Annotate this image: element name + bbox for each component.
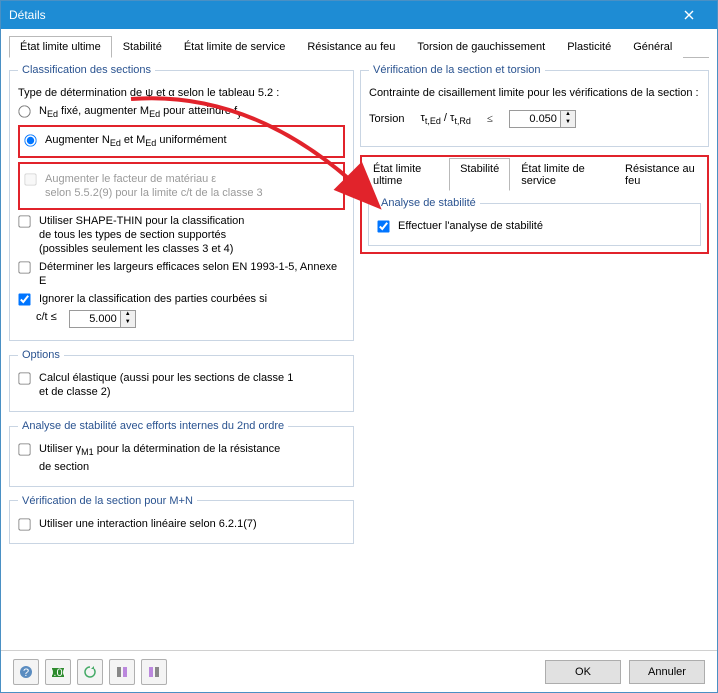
le-symbol: ≤ bbox=[487, 113, 493, 125]
check-elastic-label: Calcul élastique (aussi pour les section… bbox=[39, 371, 293, 399]
tool-icon-2[interactable] bbox=[141, 659, 167, 685]
tab-els[interactable]: État limite de service bbox=[173, 36, 296, 58]
torsion-spinner[interactable]: ▲▼ bbox=[561, 110, 576, 128]
cancel-button[interactable]: Annuler bbox=[629, 660, 705, 684]
radio-augment-uniform[interactable] bbox=[24, 135, 36, 147]
ok-button[interactable]: OK bbox=[545, 660, 621, 684]
check-eff-widths[interactable] bbox=[18, 262, 30, 274]
group-mn: Vérification de la section pour M+N Util… bbox=[9, 495, 354, 544]
radio-augment-uniform-label: Augmenter NEd et MEd uniformément bbox=[45, 133, 227, 150]
tab-ulu[interactable]: État limite ultime bbox=[9, 36, 112, 58]
group-verif-torsion: Vérification de la section et torsion Co… bbox=[360, 64, 709, 147]
check-do-stability-label: Effectuer l'analyse de stabilité bbox=[398, 219, 543, 233]
torsion-value[interactable] bbox=[509, 110, 561, 128]
tab-plasticite[interactable]: Plasticité bbox=[556, 36, 622, 58]
tab-general[interactable]: Général bbox=[622, 36, 683, 58]
check-increase-epsilon bbox=[24, 174, 36, 186]
main-tabs: État limite ultime Stabilité État limite… bbox=[9, 35, 709, 58]
check-ignore-curved[interactable] bbox=[18, 294, 30, 306]
legend-stab-analysis: Analyse de stabilité bbox=[377, 197, 480, 209]
check-shape-thin-label: Utiliser SHAPE-THIN pour la classificati… bbox=[39, 214, 244, 256]
tool-icon-1[interactable] bbox=[109, 659, 135, 685]
check-elastic[interactable] bbox=[18, 373, 30, 385]
units-icon[interactable]: 0.00 bbox=[45, 659, 71, 685]
legend-options: Options bbox=[18, 349, 64, 361]
check-shape-thin[interactable] bbox=[18, 216, 30, 228]
torsion-ratio: τt,Ed / τt,Rd bbox=[420, 112, 470, 126]
classif-intro: Type de détermination de ψ et α selon le… bbox=[18, 86, 279, 100]
check-ignore-curved-label: Ignorer la classification des parties co… bbox=[39, 292, 267, 306]
torsion-label: Torsion bbox=[369, 113, 404, 125]
sub-tabs: État limite ultime Stabilité État limite… bbox=[362, 157, 707, 191]
check-gamma-m1[interactable] bbox=[18, 444, 30, 456]
group-stab2nd: Analyse de stabilité avec efforts intern… bbox=[9, 420, 354, 486]
reset-icon[interactable] bbox=[77, 659, 103, 685]
group-options: Options Calcul élastique (aussi pour les… bbox=[9, 349, 354, 412]
ct-value[interactable] bbox=[69, 310, 121, 328]
check-do-stability[interactable] bbox=[377, 220, 389, 232]
tab-torsion[interactable]: Torsion de gauchissement bbox=[406, 36, 556, 58]
close-icon[interactable] bbox=[669, 1, 709, 29]
subtab-ulu[interactable]: État limite ultime bbox=[362, 158, 449, 191]
check-eff-widths-label: Déterminer les largeurs efficaces selon … bbox=[39, 260, 345, 288]
svg-text:?: ? bbox=[23, 667, 29, 679]
shear-intro: Contrainte de cisaillement limite pour l… bbox=[369, 86, 699, 100]
legend-mn: Vérification de la section pour M+N bbox=[18, 495, 197, 507]
legend-stab2nd: Analyse de stabilité avec efforts intern… bbox=[18, 420, 288, 432]
check-gamma-m1-label: Utiliser γM1 pour la détermination de la… bbox=[39, 442, 280, 473]
check-linear-interaction[interactable] bbox=[18, 518, 30, 530]
subtab-els[interactable]: État limite de service bbox=[510, 158, 614, 191]
subtab-stabilite[interactable]: Stabilité bbox=[449, 158, 510, 191]
check-increase-epsilon-label: Augmenter le facteur de matériau ε selon… bbox=[45, 172, 263, 200]
group-classification: Classification des sections Type de déte… bbox=[9, 64, 354, 341]
tab-stabilite[interactable]: Stabilité bbox=[112, 36, 173, 58]
legend-classification: Classification des sections bbox=[18, 64, 155, 76]
radio-ned-fixed-label: NEd fixé, augmenter MEd pour atteindre f… bbox=[39, 104, 242, 121]
ct-spinner[interactable]: ▲▼ bbox=[121, 310, 136, 328]
tab-feu[interactable]: Résistance au feu bbox=[296, 36, 406, 58]
subtab-feu[interactable]: Résistance au feu bbox=[614, 158, 707, 191]
ct-label: c/t ≤ bbox=[36, 310, 57, 324]
svg-text:0.00: 0.00 bbox=[51, 667, 65, 679]
window-title: Détails bbox=[9, 8, 46, 22]
group-stab-analysis: Analyse de stabilité Effectuer l'analyse… bbox=[368, 197, 701, 246]
legend-verif-torsion: Vérification de la section et torsion bbox=[369, 64, 545, 76]
help-icon[interactable]: ? bbox=[13, 659, 39, 685]
radio-ned-fixed[interactable] bbox=[18, 105, 30, 117]
check-linear-interaction-label: Utiliser une interaction linéaire selon … bbox=[39, 517, 257, 531]
